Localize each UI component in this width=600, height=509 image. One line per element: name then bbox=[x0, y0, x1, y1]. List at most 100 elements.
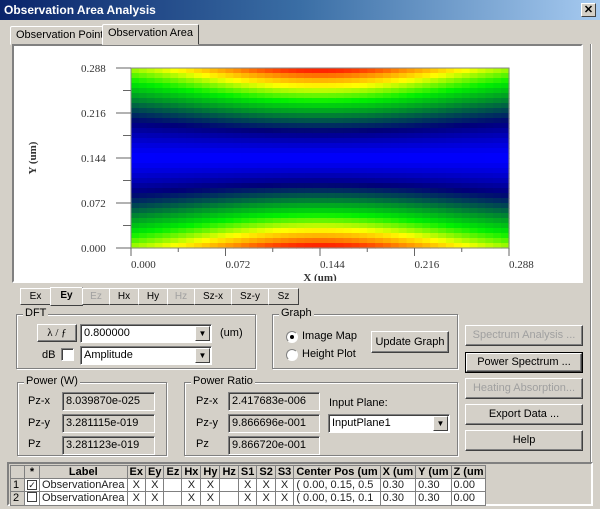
table-cell[interactable]: X bbox=[237, 478, 258, 492]
chevron-down-icon[interactable]: ▼ bbox=[433, 416, 448, 431]
row-checkbox[interactable] bbox=[24, 491, 40, 506]
heating-absorption-button[interactable]: Heating Absorption... bbox=[465, 378, 583, 399]
export-data-button[interactable]: Export Data ... bbox=[465, 404, 583, 425]
field-tab-ez[interactable]: Ez bbox=[82, 288, 110, 305]
lambda-f-button[interactable]: λ / ƒ bbox=[37, 324, 77, 342]
height-plot-radio[interactable] bbox=[286, 349, 298, 361]
chevron-down-icon[interactable]: ▼ bbox=[195, 348, 210, 363]
table-cell[interactable]: ObservationArea bbox=[39, 491, 128, 506]
heatmap-cell bbox=[257, 188, 266, 194]
tab-observation-area[interactable]: Observation Area bbox=[102, 24, 199, 45]
heatmap-cell bbox=[201, 118, 211, 124]
table-cell[interactable]: X bbox=[145, 478, 165, 492]
column-header[interactable]: Y (um bbox=[415, 465, 452, 479]
mode-combo[interactable]: Amplitude ▼ bbox=[80, 346, 212, 365]
table-cell[interactable]: X bbox=[126, 491, 147, 506]
table-cell[interactable]: ObservationArea bbox=[39, 478, 128, 492]
column-header[interactable]: S3 bbox=[274, 465, 295, 479]
tab-observation-point[interactable]: Observation Point bbox=[10, 26, 110, 45]
table-cell[interactable]: X bbox=[200, 478, 221, 492]
heatmap-cell bbox=[327, 233, 337, 239]
heatmap-cell bbox=[327, 103, 337, 109]
column-header[interactable]: Hx bbox=[181, 465, 202, 479]
table-cell[interactable]: 0.00 bbox=[450, 478, 487, 492]
table-cell[interactable] bbox=[163, 491, 183, 506]
column-header[interactable]: S1 bbox=[237, 465, 258, 479]
table-cell[interactable]: X bbox=[237, 491, 258, 506]
table-cell[interactable]: X bbox=[126, 478, 147, 492]
field-tab-sz-y[interactable]: Sz-y bbox=[231, 288, 269, 305]
heatmap-cell bbox=[375, 223, 384, 229]
heatmap-cell bbox=[367, 233, 376, 239]
wavelength-combo[interactable]: 0.800000 ▼ bbox=[80, 324, 212, 343]
column-header[interactable]: Label bbox=[39, 465, 128, 479]
heatmap-cell bbox=[461, 83, 471, 89]
row-checkbox[interactable]: ✓ bbox=[24, 478, 40, 492]
row-number[interactable]: 2 bbox=[10, 491, 25, 506]
heatmap-cell bbox=[320, 108, 329, 114]
table-cell[interactable]: ( 0.00, 0.15, 0.1 bbox=[293, 491, 381, 506]
checkbox-unchecked-icon[interactable] bbox=[27, 492, 37, 502]
table-cell[interactable]: X bbox=[256, 491, 276, 506]
table-cell[interactable]: X bbox=[181, 478, 202, 492]
table-cell[interactable]: ( 0.00, 0.15, 0.5 bbox=[293, 478, 381, 492]
column-header[interactable]: Ex bbox=[126, 465, 147, 479]
table-cell[interactable] bbox=[163, 478, 183, 492]
heatmap-cell bbox=[272, 223, 282, 229]
image-map-radio[interactable] bbox=[286, 331, 298, 343]
table-cell[interactable]: 0.30 bbox=[379, 478, 417, 492]
heatmap-cell bbox=[438, 233, 447, 239]
column-header[interactable]: S2 bbox=[256, 465, 276, 479]
field-tab-hx[interactable]: Hx bbox=[109, 288, 139, 305]
table-cell[interactable]: 0.30 bbox=[415, 478, 452, 492]
column-header[interactable]: Hz bbox=[219, 465, 239, 479]
table-cell[interactable]: X bbox=[145, 491, 165, 506]
table-cell[interactable] bbox=[219, 478, 239, 492]
table-cell[interactable]: 0.30 bbox=[415, 491, 452, 506]
table-cell[interactable]: X bbox=[274, 478, 295, 492]
checkbox-checked-icon[interactable]: ✓ bbox=[27, 479, 37, 490]
heatmap-cell bbox=[438, 78, 447, 84]
input-plane-combo[interactable]: InputPlane1 ▼ bbox=[328, 414, 450, 433]
heatmap-cell bbox=[296, 218, 305, 224]
field-tab-hy[interactable]: Hy bbox=[138, 288, 168, 305]
table-cell[interactable]: X bbox=[200, 491, 221, 506]
table-row[interactable]: 2 ObservationArea X X X X X X X( 0.00, 0.15, 0.1… bbox=[10, 491, 487, 506]
table-cell[interactable]: 0.00 bbox=[450, 491, 487, 506]
table-cell[interactable]: 0.30 bbox=[379, 491, 417, 506]
column-header[interactable]: X (um bbox=[379, 465, 417, 479]
spectrum-analysis-button[interactable]: Spectrum Analysis ... bbox=[465, 325, 583, 346]
column-header[interactable]: Ez bbox=[163, 465, 183, 479]
chevron-down-icon[interactable]: ▼ bbox=[195, 326, 210, 341]
close-button[interactable]: ✕ bbox=[581, 3, 596, 17]
heatmap-cell bbox=[390, 133, 400, 139]
heatmap-cell bbox=[343, 103, 353, 109]
heatmap-cell bbox=[186, 193, 195, 199]
db-checkbox[interactable] bbox=[61, 348, 74, 361]
column-header[interactable] bbox=[10, 465, 25, 479]
field-tab-hz[interactable]: Hz bbox=[167, 288, 195, 305]
heatmap-cell bbox=[390, 218, 400, 224]
table-cell[interactable]: X bbox=[274, 491, 295, 506]
heatmap-cell bbox=[257, 223, 266, 229]
update-graph-button[interactable]: Update Graph bbox=[371, 331, 449, 353]
field-tab-ex[interactable]: Ex bbox=[20, 288, 51, 305]
table-cell[interactable]: X bbox=[181, 491, 202, 506]
heatmap-cell bbox=[304, 78, 313, 84]
column-header[interactable]: Z (um bbox=[450, 465, 487, 479]
power-spectrum-button[interactable]: Power Spectrum ... bbox=[465, 352, 583, 373]
heatmap-cell bbox=[493, 123, 502, 129]
table-row[interactable]: 1 ✓ ObservationArea X X X X X X X( 0.00, 0.15, 0.… bbox=[10, 478, 487, 492]
table-cell[interactable] bbox=[219, 491, 239, 506]
help-button[interactable]: Help bbox=[465, 430, 583, 451]
table-cell[interactable]: X bbox=[256, 478, 276, 492]
column-header[interactable]: Hy bbox=[200, 465, 221, 479]
column-header[interactable]: Ey bbox=[145, 465, 165, 479]
column-header[interactable]: * bbox=[24, 465, 40, 479]
row-number[interactable]: 1 bbox=[10, 478, 25, 492]
field-tab-ey[interactable]: Ey bbox=[50, 287, 83, 306]
heatmap-cell bbox=[146, 238, 156, 244]
field-tab-sz-x[interactable]: Sz-x bbox=[194, 288, 232, 305]
column-header[interactable]: Center Pos (um bbox=[293, 465, 381, 479]
field-tab-sz[interactable]: Sz bbox=[268, 288, 299, 305]
